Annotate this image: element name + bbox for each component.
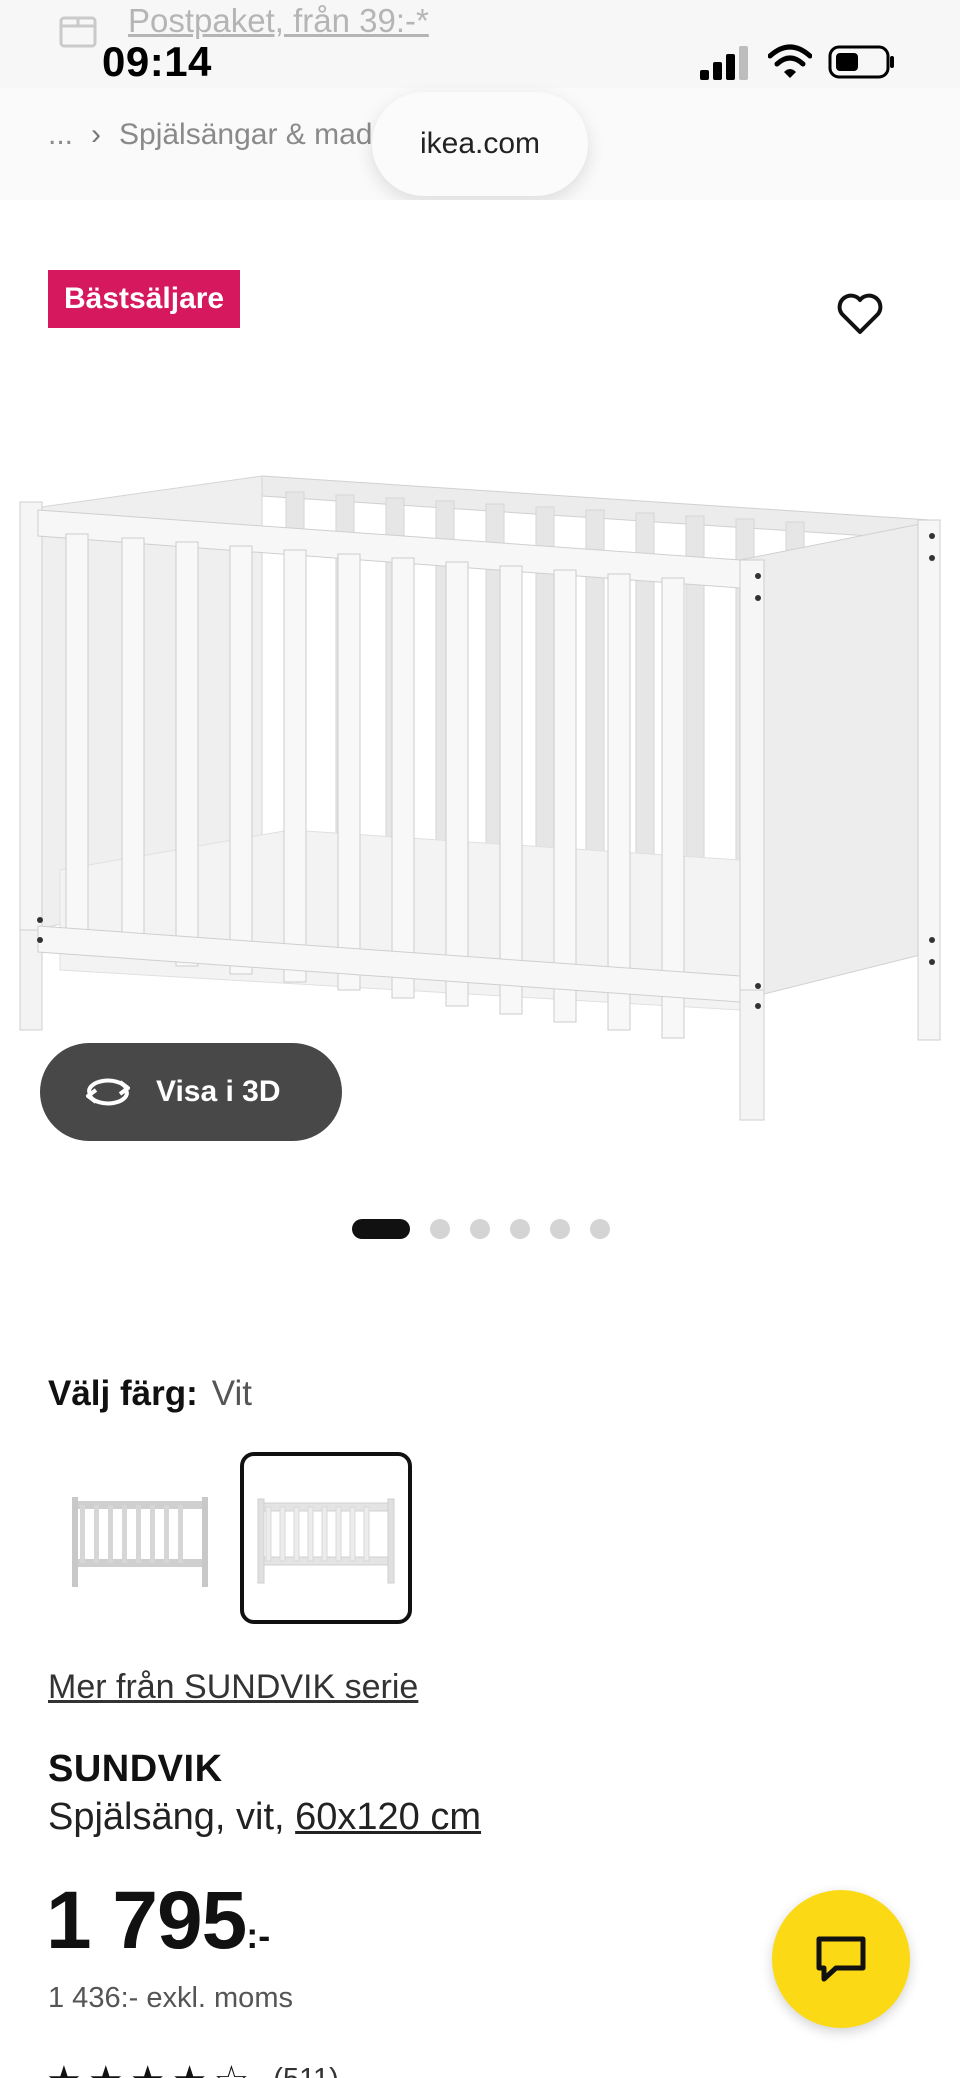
product-image-gallery[interactable]: Bästsäljare Visa i 3D: [0, 200, 960, 1220]
view-in-3d-button[interactable]: Visa i 3D: [40, 1043, 342, 1141]
product-name: SUNDVIK: [48, 1748, 223, 1790]
price-suffix: :-: [246, 1915, 271, 1956]
product-rating[interactable]: ★★★★☆ (511): [46, 2058, 339, 2078]
chat-button[interactable]: [772, 1890, 910, 2028]
chat-icon: [816, 1936, 866, 1982]
gallery-dot[interactable]: [470, 1219, 490, 1239]
wifi-icon: [768, 44, 812, 78]
signal-icon: [700, 46, 748, 80]
size-link[interactable]: 60x120 cm: [295, 1796, 481, 1838]
view-in-3d-label: Visa i 3D: [156, 1075, 281, 1108]
gallery-dot[interactable]: [550, 1219, 570, 1239]
price-main: 1 795: [46, 1875, 247, 1966]
gallery-pagination[interactable]: [0, 1219, 960, 1239]
price-excl-vat: 1 436:- exkl. moms: [48, 1982, 293, 2014]
gallery-dot[interactable]: [352, 1219, 410, 1239]
color-value: Vit: [211, 1374, 252, 1413]
chevron-right-icon: ›: [91, 118, 102, 151]
color-swatch-white[interactable]: [240, 1452, 412, 1624]
gallery-dot[interactable]: [590, 1219, 610, 1239]
bestseller-badge: Bästsäljare: [48, 270, 241, 328]
crib-thumbnail: [72, 1497, 208, 1587]
parcel-icon: [59, 16, 97, 48]
rating-count[interactable]: (511): [273, 2063, 339, 2078]
product-description-text: Spjälsäng, vit,: [48, 1796, 296, 1838]
promo-link[interactable]: Postpaket, från 39:-*: [128, 2, 429, 40]
breadcrumb-ellipsis[interactable]: ...: [48, 118, 73, 151]
gallery-dot[interactable]: [510, 1219, 530, 1239]
status-time: 09:14: [102, 38, 212, 85]
crib-image: [19, 475, 941, 1121]
promo-bar: Postpaket, från 39:-* 09:14: [0, 0, 960, 88]
battery-icon: [828, 45, 894, 79]
gallery-dot[interactable]: [430, 1219, 450, 1239]
product-price: 1 795:-: [46, 1874, 270, 1968]
product-description: Spjälsäng, vit, 60x120 cm: [48, 1796, 481, 1839]
breadcrumb-bar: ... › Spjälsängar & madrasser ikea.com: [0, 88, 960, 200]
crib-thumbnail: [257, 1498, 395, 1584]
color-swatch-grey[interactable]: [54, 1452, 226, 1624]
product-page: Postpaket, från 39:-* 09:14 ... › Spjälsän…: [0, 0, 960, 2078]
color-label-key: Välj färg:: [48, 1374, 198, 1413]
rotate-3d-icon: [86, 1078, 130, 1106]
series-link[interactable]: Mer från SUNDVIK serie: [48, 1668, 418, 1707]
color-selector-label: Välj färg: Vit: [48, 1374, 252, 1414]
rating-stars: ★★★★☆: [46, 2059, 255, 2078]
url-pill[interactable]: ikea.com: [372, 92, 588, 196]
